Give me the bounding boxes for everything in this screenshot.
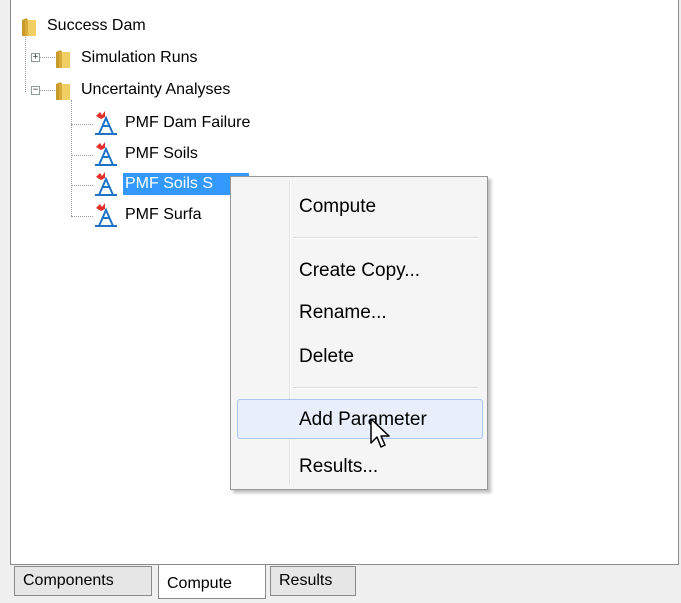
tree-line: [71, 124, 93, 125]
folder-icon: [21, 17, 37, 36]
tree-line: [71, 100, 72, 216]
tree-node-analysis[interactable]: PMF Dam Failure: [93, 111, 252, 135]
folder-icon: [55, 81, 71, 100]
menu-item-add-parameter[interactable]: Add Parameter: [237, 399, 483, 439]
uncertainty-analysis-icon: [93, 110, 119, 136]
folder-icon: [55, 49, 71, 68]
uncertainty-analysis-icon: [93, 202, 119, 228]
tab-results[interactable]: Results: [270, 566, 356, 596]
tree-node-analysis-selected[interactable]: PMF Soils S: [93, 171, 250, 197]
menu-item-compute[interactable]: Compute: [235, 187, 483, 227]
tree-node-label: Success Dam: [47, 17, 146, 34]
tab-compute[interactable]: Compute: [158, 565, 266, 599]
expand-toggle-icon[interactable]: +: [31, 53, 40, 62]
tree-line: [71, 216, 93, 217]
tree-node-label: Simulation Runs: [81, 49, 198, 66]
tree-node-simulation-runs[interactable]: Simulation Runs: [55, 46, 200, 70]
menu-item-create-copy[interactable]: Create Copy...: [235, 251, 483, 291]
menu-item-delete[interactable]: Delete: [235, 337, 483, 377]
tree-line: [25, 34, 26, 92]
collapse-toggle-icon[interactable]: −: [31, 86, 40, 95]
tree-node-analysis[interactable]: PMF Surfa: [93, 203, 203, 227]
tree-line: [71, 185, 93, 186]
tree-line: [71, 155, 93, 156]
tree-node-root[interactable]: Success Dam: [21, 14, 148, 38]
tree-node-label: Uncertainty Analyses: [81, 81, 231, 98]
tab-components[interactable]: Components: [14, 566, 152, 596]
tree-node-uncertainty-analyses[interactable]: Uncertainty Analyses: [55, 78, 232, 102]
mouse-pointer-icon: [369, 417, 393, 453]
menu-item-results[interactable]: Results...: [235, 447, 483, 487]
menu-separator: [293, 237, 479, 239]
context-menu: Compute Create Copy... Rename... Delete …: [230, 176, 488, 490]
tree-node-label: PMF Dam Failure: [125, 114, 251, 131]
menu-item-rename[interactable]: Rename...: [235, 293, 483, 333]
uncertainty-analysis-icon: [93, 141, 119, 167]
tree-node-label: PMF Surfa: [125, 206, 202, 223]
menu-separator: [293, 387, 479, 389]
uncertainty-analysis-icon: [93, 171, 119, 197]
tree-node-analysis[interactable]: PMF Soils: [93, 142, 200, 166]
tree-node-label: PMF Soils: [125, 145, 198, 162]
